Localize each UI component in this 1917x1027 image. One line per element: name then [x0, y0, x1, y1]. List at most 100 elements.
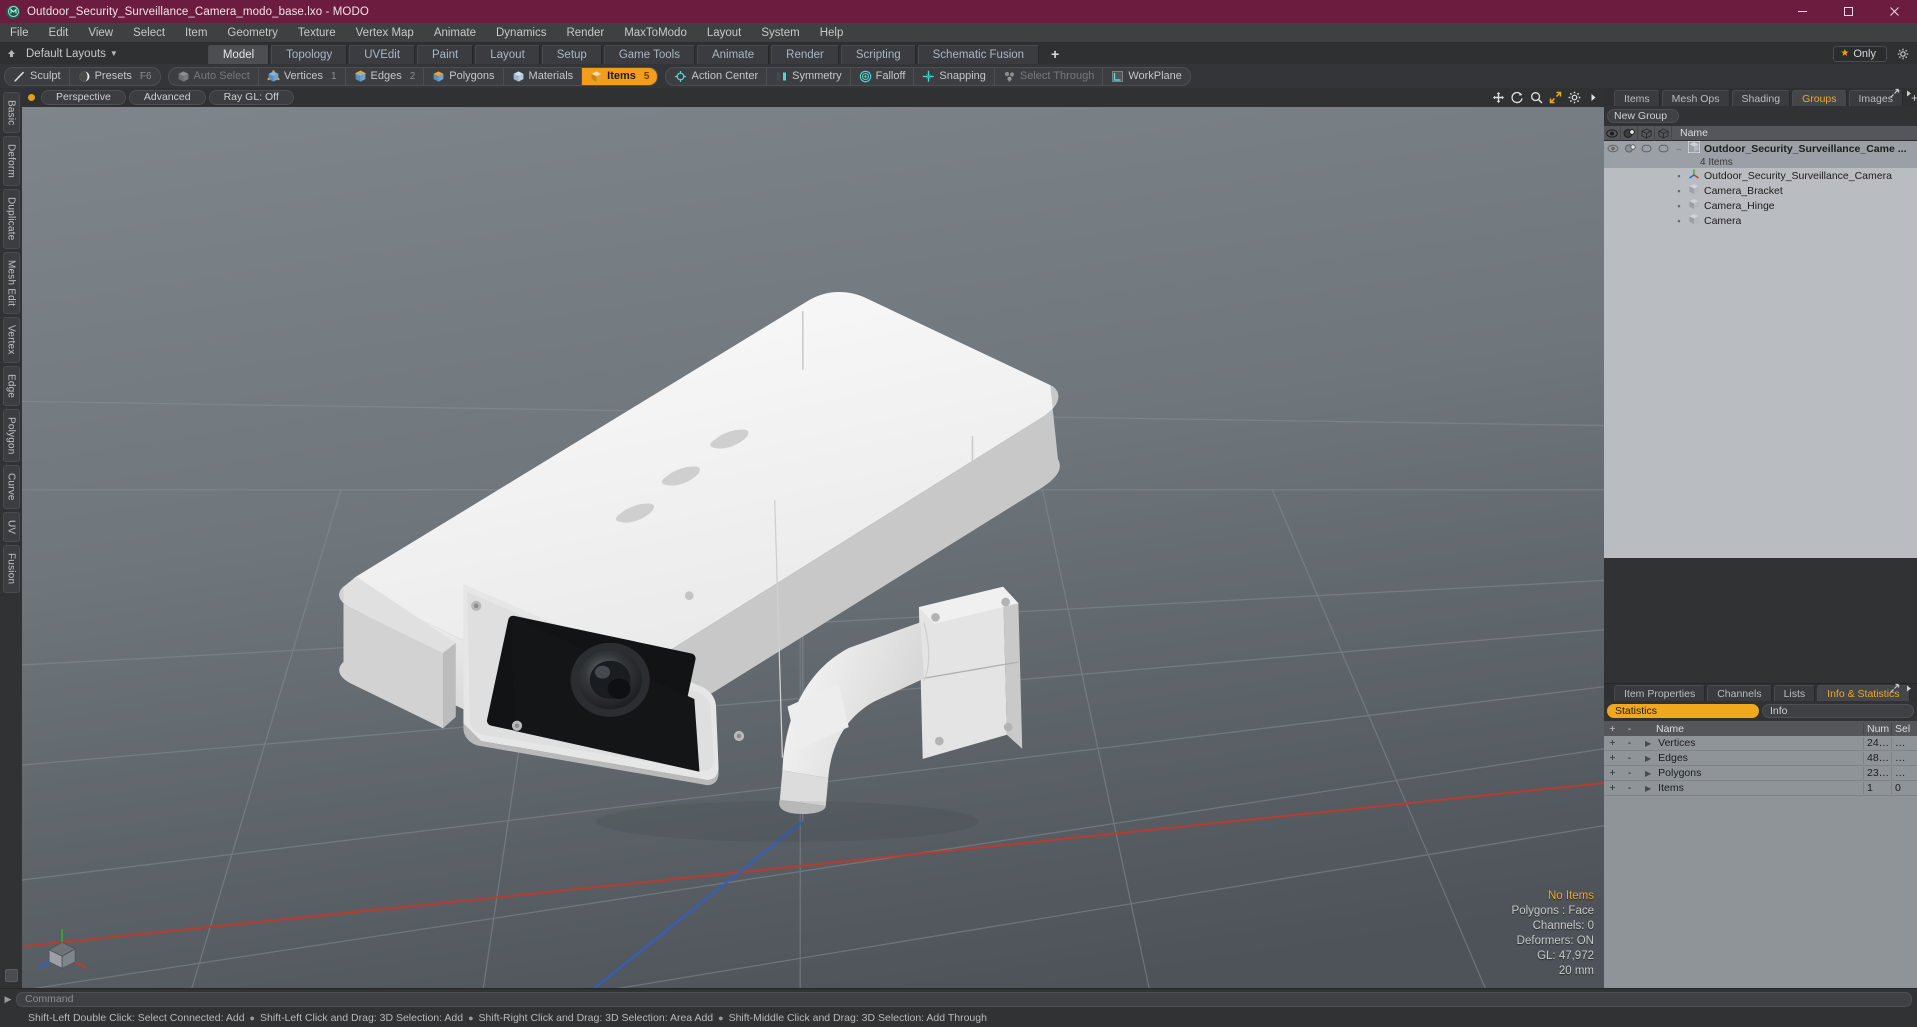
row-lock-checkbox[interactable] — [1638, 213, 1655, 228]
row-add-button[interactable]: + — [1604, 737, 1621, 749]
move-icon[interactable] — [1492, 91, 1505, 104]
tab-scripting[interactable]: Scripting — [840, 45, 916, 64]
mode-vertices[interactable]: Vertices 1 — [259, 67, 346, 85]
menu-geometry[interactable]: Geometry — [217, 23, 288, 43]
menu-animate[interactable]: Animate — [424, 23, 486, 43]
row-add-button[interactable]: + — [1604, 767, 1621, 779]
row-visibility-toggle[interactable] — [1604, 168, 1621, 183]
row-select-checkbox[interactable] — [1655, 141, 1672, 156]
row-lock-checkbox[interactable] — [1638, 198, 1655, 213]
stats-tab-item-properties[interactable]: Item Properties — [1614, 685, 1706, 701]
row-add-button[interactable]: + — [1604, 752, 1621, 764]
menu-file[interactable]: File — [0, 23, 39, 43]
tab-layout[interactable]: Layout — [475, 45, 540, 64]
tab-model[interactable]: Model — [207, 45, 270, 64]
3d-viewport[interactable]: No Items Polygons : Face Channels: 0 Def… — [22, 107, 1604, 988]
row-visibility-toggle[interactable] — [1604, 213, 1621, 228]
tab-topology[interactable]: Topology — [271, 45, 348, 64]
rail-tab-duplicate[interactable]: Duplicate — [2, 189, 20, 249]
maximize-button[interactable] — [1825, 0, 1871, 23]
tab-game-tools[interactable]: Game Tools — [603, 45, 695, 64]
table-row[interactable]: + - ▶ Items 1 0 — [1604, 781, 1917, 796]
mode-select-through[interactable]: Select Through — [995, 67, 1104, 85]
menu-item[interactable]: Item — [175, 23, 217, 43]
tab-animate[interactable]: Animate — [696, 45, 770, 64]
row-render-toggle[interactable] — [1621, 168, 1638, 183]
only-toggle[interactable]: ★ Only — [1833, 45, 1887, 62]
menu-edit[interactable]: Edit — [39, 23, 79, 43]
row-add-button[interactable]: + — [1604, 782, 1621, 794]
panel-expand-arrow-icon[interactable] — [1905, 681, 1913, 699]
mode-auto-select[interactable]: Auto Select — [169, 67, 259, 85]
row-lock-checkbox[interactable] — [1638, 141, 1655, 156]
menu-select[interactable]: Select — [123, 23, 175, 43]
panel-tab-mesh-ops[interactable]: Mesh Ops — [1661, 90, 1730, 106]
zoom-icon[interactable] — [1530, 91, 1543, 104]
row-visibility-toggle[interactable] — [1604, 198, 1621, 213]
mode-falloff[interactable]: Falloff — [851, 67, 915, 85]
stats-tab-channels[interactable]: Channels — [1707, 685, 1772, 701]
menu-render[interactable]: Render — [556, 23, 614, 43]
segment-info[interactable]: Info — [1762, 704, 1914, 718]
rail-tab-vertex[interactable]: Vertex — [2, 317, 20, 363]
segment-statistics[interactable]: Statistics — [1607, 704, 1759, 718]
menu-vertex-map[interactable]: Vertex Map — [346, 23, 424, 43]
row-lock-checkbox[interactable] — [1638, 168, 1655, 183]
item-row-camera-bracket[interactable]: ▪ Camera_Bracket — [1604, 183, 1917, 198]
tree-expander[interactable]: – — [1672, 144, 1686, 154]
mode-sculpt[interactable]: Sculpt — [5, 67, 70, 85]
gear-icon[interactable] — [1568, 91, 1581, 104]
mode-polygons[interactable]: Polygons — [424, 67, 504, 85]
row-select-checkbox[interactable] — [1655, 198, 1672, 213]
mode-materials[interactable]: Materials — [504, 67, 583, 85]
tab-uvedit[interactable]: UVEdit — [349, 45, 416, 64]
row-select-checkbox[interactable] — [1655, 168, 1672, 183]
mode-presets[interactable]: Presets F6 — [70, 68, 160, 85]
row-remove-button[interactable]: - — [1621, 767, 1638, 779]
menu-help[interactable]: Help — [810, 23, 854, 43]
popout-icon[interactable] — [1889, 681, 1900, 699]
stats-tab-lists[interactable]: Lists — [1773, 685, 1816, 701]
rail-tab-basic[interactable]: Basic — [2, 92, 20, 134]
mode-items[interactable]: Items 5 — [582, 67, 658, 85]
row-remove-button[interactable]: - — [1621, 737, 1638, 749]
command-expand-arrow-icon[interactable]: ▶ — [0, 994, 16, 1005]
tab-render[interactable]: Render — [771, 45, 839, 64]
table-row[interactable]: + - ▶ Edges 48… … — [1604, 751, 1917, 766]
rail-tab-edge[interactable]: Edge — [2, 365, 20, 406]
item-row-locator[interactable]: ▪ Outdoor_Security_Surveillance_Camera — [1604, 168, 1917, 183]
mode-symmetry[interactable]: Symmetry — [767, 67, 851, 85]
mode-edges[interactable]: Edges 2 — [346, 67, 425, 85]
row-render-toggle[interactable] — [1621, 183, 1638, 198]
menu-view[interactable]: View — [78, 23, 123, 43]
mode-snapping[interactable]: Snapping — [914, 67, 995, 85]
mode-action-center[interactable]: Action Center — [666, 67, 768, 85]
rotate-icon[interactable] — [1511, 91, 1524, 104]
row-visibility-toggle[interactable] — [1604, 141, 1621, 156]
rail-tab-polygon[interactable]: Polygon — [2, 408, 20, 463]
viewport-raygl-toggle[interactable]: Ray GL: Off — [208, 90, 294, 105]
viewport-shading-dropdown[interactable]: Advanced — [128, 90, 206, 105]
fit-icon[interactable] — [1549, 91, 1562, 104]
collapse-arrow-icon[interactable] — [0, 43, 22, 64]
row-render-toggle[interactable] — [1621, 198, 1638, 213]
mode-workplane[interactable]: WorkPlane — [1103, 68, 1190, 85]
rail-tab-fusion[interactable]: Fusion — [2, 545, 20, 593]
tab-paint[interactable]: Paint — [417, 45, 474, 64]
rail-tab-deform[interactable]: Deform — [2, 136, 20, 187]
gear-icon[interactable] — [1893, 43, 1913, 64]
viewport-perspective-dropdown[interactable]: Perspective — [41, 90, 126, 105]
table-row[interactable]: + - ▶ Vertices 24… … — [1604, 736, 1917, 751]
rail-tab-mesh-edit[interactable]: Mesh Edit — [2, 251, 20, 315]
panel-tab-items[interactable]: Items — [1614, 90, 1660, 106]
row-remove-button[interactable]: - — [1621, 782, 1638, 794]
new-group-button[interactable]: New Group — [1607, 109, 1679, 123]
item-row-camera-hinge[interactable]: ▪ Camera_Hinge — [1604, 198, 1917, 213]
chevron-right-icon[interactable]: ▶ — [1645, 784, 1651, 793]
row-render-toggle[interactable] — [1621, 213, 1638, 228]
group-row-root[interactable]: – Outdoor_Security_Surveillance_Came ... — [1604, 141, 1917, 156]
menu-layout[interactable]: Layout — [697, 23, 752, 43]
row-select-checkbox[interactable] — [1655, 183, 1672, 198]
rail-extra-button[interactable] — [4, 969, 18, 982]
statistics-empty-area[interactable] — [1604, 796, 1917, 988]
